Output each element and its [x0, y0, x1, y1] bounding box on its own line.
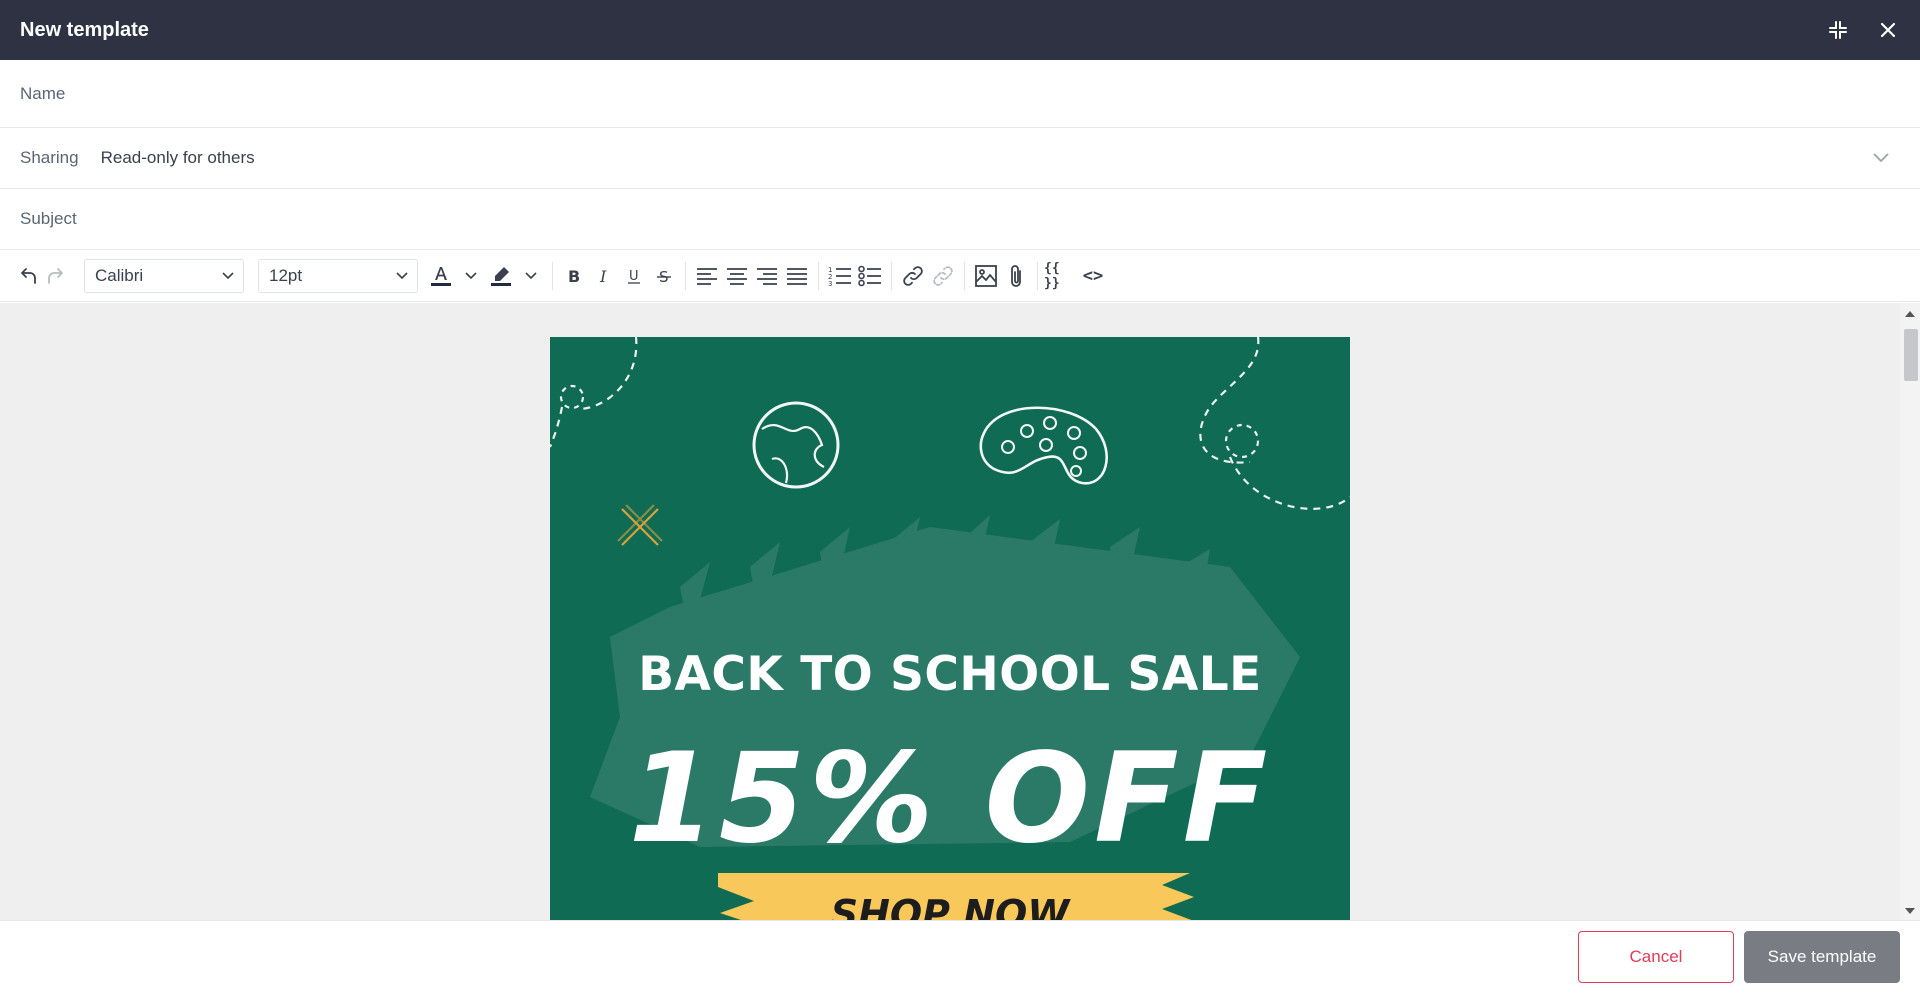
svg-text:3: 3: [828, 280, 832, 287]
align-right-button[interactable]: [752, 258, 782, 294]
italic-button[interactable]: I: [589, 258, 619, 294]
editor-scrollbar[interactable]: [1900, 303, 1920, 920]
discount-headline: 15% OFF: [628, 727, 1272, 871]
unlink-button[interactable]: [928, 258, 958, 294]
toolbar-divider: [685, 261, 686, 290]
close-icon[interactable]: [1876, 18, 1900, 42]
chevron-down-icon: [1872, 148, 1890, 168]
scrollbar-thumb[interactable]: [1904, 329, 1918, 381]
cancel-button[interactable]: Cancel: [1578, 931, 1734, 983]
sharing-select[interactable]: Sharing Read-only for others: [0, 128, 1920, 189]
font-family-select[interactable]: Calibri: [84, 258, 244, 293]
strikethrough-button[interactable]: S: [649, 258, 679, 294]
chevron-down-icon: [396, 271, 408, 279]
undo-button[interactable]: [12, 258, 42, 294]
editor-canvas[interactable]: BACK TO SCHOOL SALE 15% OFF SHOP NOW: [0, 303, 1920, 920]
scroll-down-icon[interactable]: [1905, 908, 1915, 914]
bold-button[interactable]: B: [559, 258, 589, 294]
bulleted-list-button[interactable]: [855, 258, 885, 294]
sale-headline: BACK TO SCHOOL SALE: [638, 647, 1262, 702]
name-field[interactable]: Name: [0, 60, 1920, 128]
toolbar-divider: [1037, 261, 1038, 290]
svg-text:I: I: [599, 267, 607, 285]
modal-header: New template: [0, 0, 1920, 60]
name-label: Name: [20, 83, 66, 103]
chevron-down-icon: [465, 271, 477, 279]
svg-text:U: U: [629, 269, 639, 284]
image-button[interactable]: [971, 258, 1001, 294]
justify-button[interactable]: [782, 258, 812, 294]
scroll-up-icon[interactable]: [1905, 311, 1915, 317]
underline-button[interactable]: U: [619, 258, 649, 294]
modal-title: New template: [20, 18, 149, 41]
modal-footer: Cancel Save template: [0, 920, 1920, 994]
text-color-dropdown[interactable]: [456, 258, 486, 294]
save-template-button[interactable]: Save template: [1744, 931, 1900, 983]
link-button[interactable]: [898, 258, 928, 294]
chevron-down-icon: [525, 271, 537, 279]
shop-now-text: SHOP NOW: [830, 892, 1070, 920]
variables-button[interactable]: {{ }}: [1044, 258, 1078, 294]
collapse-icon[interactable]: [1826, 18, 1850, 42]
editor-toolbar: Calibri 12pt B I U S 123: [0, 250, 1920, 302]
font-family-value: Calibri: [95, 265, 144, 285]
subject-field[interactable]: Subject: [0, 189, 1920, 250]
toolbar-divider: [964, 261, 965, 290]
redo-button[interactable]: [42, 258, 72, 294]
header-actions: [1826, 18, 1900, 42]
font-size-select[interactable]: 12pt: [258, 258, 418, 293]
subject-label: Subject: [20, 209, 77, 228]
code-icon: <>: [1082, 265, 1104, 286]
sharing-label: Sharing: [20, 148, 79, 167]
sharing-value: Read-only for others: [100, 148, 255, 167]
numbered-list-button[interactable]: 123: [825, 258, 855, 294]
highlight-color-button[interactable]: [486, 258, 516, 294]
font-size-value: 12pt: [269, 265, 303, 285]
toolbar-divider: [891, 261, 892, 290]
variables-icon: {{ }}: [1044, 260, 1060, 291]
toolbar-divider: [818, 261, 819, 290]
source-code-button[interactable]: <>: [1078, 258, 1108, 294]
promo-banner-image: BACK TO SCHOOL SALE 15% OFF SHOP NOW: [550, 337, 1350, 920]
chevron-down-icon: [222, 271, 234, 279]
highlight-color-dropdown[interactable]: [516, 258, 546, 294]
text-color-button[interactable]: [426, 258, 456, 294]
toolbar-divider: [552, 261, 553, 290]
attachment-button[interactable]: [1001, 258, 1031, 294]
svg-text:B: B: [568, 267, 580, 285]
align-center-button[interactable]: [722, 258, 752, 294]
align-left-button[interactable]: [692, 258, 722, 294]
